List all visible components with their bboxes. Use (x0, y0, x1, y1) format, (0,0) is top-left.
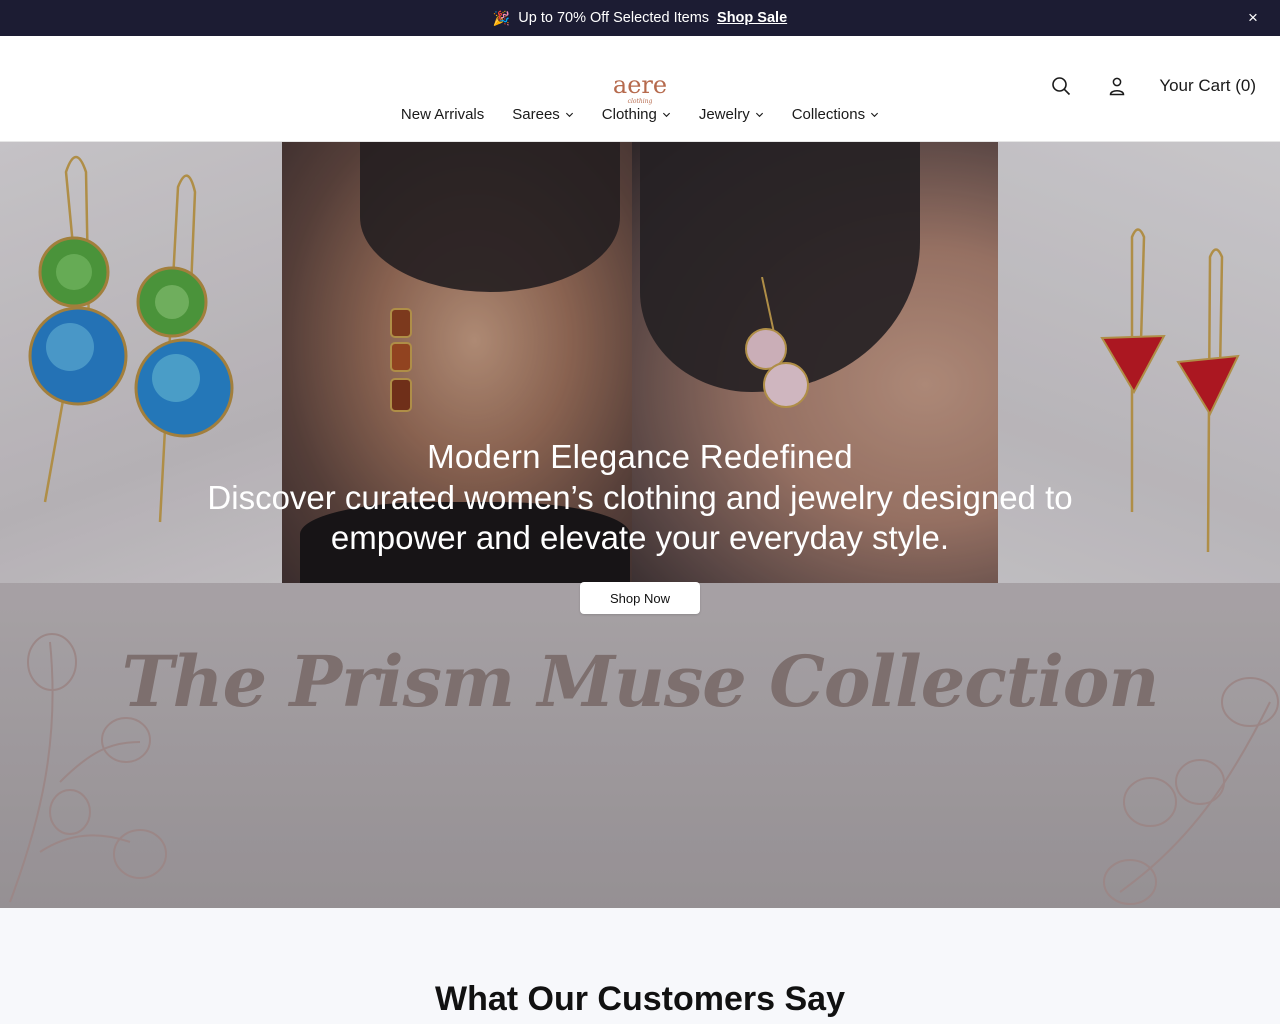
site-header: aere clothing Your Cart (0) New Arrivals… (0, 36, 1280, 142)
account-icon[interactable] (1103, 72, 1131, 100)
main-nav: New Arrivals Sarees Clothing Jewelry Col… (0, 106, 1280, 123)
chevron-down-icon (871, 112, 879, 118)
cart-link[interactable]: Your Cart (0) (1159, 76, 1256, 96)
nav-label: Sarees (512, 106, 560, 123)
party-icon: 🎉 (492, 9, 511, 26)
nav-label: Collections (791, 106, 866, 123)
nav-item-new-arrivals[interactable]: New Arrivals (401, 106, 484, 123)
shop-sale-link[interactable]: Shop Sale (717, 10, 787, 26)
nav-item-collections[interactable]: Collections (792, 106, 879, 123)
chevron-down-icon (662, 112, 670, 118)
nav-label: Clothing (601, 106, 657, 123)
hero-subtitle: Discover curated women’s clothing and je… (207, 479, 1073, 556)
testimonials-section: What Our Customers Say (0, 908, 1280, 1024)
logo-text: aere (613, 73, 667, 99)
nav-item-jewelry[interactable]: Jewelry (699, 106, 764, 123)
shop-now-button[interactable]: Shop Now (580, 582, 700, 614)
chevron-down-icon (755, 112, 763, 118)
nav-item-sarees[interactable]: Sarees (512, 106, 574, 123)
chevron-down-icon (565, 112, 573, 118)
hero-banner: Modern Elegance Redefined Discover curat… (0, 142, 1280, 908)
logo-subtext: clothing (628, 98, 653, 105)
testimonials-heading: What Our Customers Say (435, 980, 845, 1018)
announcement-text: Up to 70% Off Selected Items (518, 10, 710, 26)
collection-title: The Prism Muse Collection (121, 640, 1160, 723)
announcement-message: 🎉 Up to 70% Off Selected Items Shop Sale (493, 10, 787, 27)
logo-mark: aere clothing (613, 71, 667, 105)
close-icon[interactable]: × (1244, 9, 1262, 27)
brand-logo[interactable]: aere clothing (600, 71, 680, 107)
hero-title: Modern Elegance Redefined (427, 438, 853, 475)
nav-item-clothing[interactable]: Clothing (602, 106, 671, 123)
search-icon[interactable] (1047, 72, 1075, 100)
nav-label: New Arrivals (400, 106, 485, 123)
nav-label: Jewelry (698, 106, 750, 123)
hero-copy: Modern Elegance Redefined Discover curat… (0, 438, 1280, 558)
announcement-bar: 🎉 Up to 70% Off Selected Items Shop Sale… (0, 0, 1280, 36)
